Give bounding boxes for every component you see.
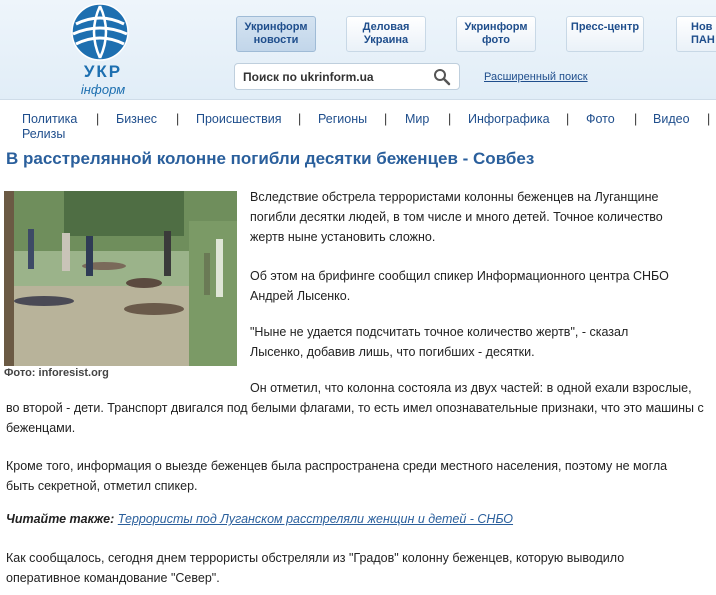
menu-separator: | [384,112,388,126]
menu-separator: | [298,112,302,126]
search-input[interactable] [243,68,423,86]
logo-text-ukr: УКР [83,62,123,81]
article-paragraph: Об этом на брифинге сообщил спикер Инфор… [250,269,669,303]
menu-separator: | [96,112,100,126]
menu-separator: | [448,112,452,126]
menu-separator: | [176,112,180,126]
menu-item-releases[interactable]: Релизы [22,127,65,141]
article-photo[interactable] [4,191,237,366]
article-paragraph: "Ныне не удается подсчитать точное колич… [250,325,629,359]
menu-item-photo[interactable]: Фото [586,112,615,126]
menu-item-incidents[interactable]: Происшествия [196,112,281,126]
tab-press-center[interactable]: Пресс-центр [566,16,644,52]
article-paragraph: Как сообщалось, сегодня днем террористы … [6,551,625,585]
menu-item-video[interactable]: Видео [653,112,690,126]
read-also-label: Читайте также: [6,512,115,526]
menu-separator: | [566,112,570,126]
advanced-search-link[interactable]: Расширенный поиск [484,71,588,83]
tab-news-pan[interactable]: Нов ПАН [676,16,716,52]
menu-item-infographics[interactable]: Инфографика [468,112,550,126]
article-paragraph: Кроме того, информация о выезде беженцев… [6,459,668,493]
article-title: В расстрелянной колонне погибли десятки … [6,149,535,168]
article-paragraph: Он отметил, что колонна состояла из двух… [6,381,704,435]
menu-item-world[interactable]: Мир [405,112,429,126]
search-box [234,63,460,90]
menu-item-politics[interactable]: Политика [22,112,77,126]
tab-business-ukraine[interactable]: Деловая Украина [346,16,426,52]
menu-separator: | [707,112,711,126]
site-header: УКР інформ Укринформ новости Деловая Укр… [0,0,716,100]
search-icon[interactable] [433,68,451,86]
site-logo[interactable]: УКР інформ [68,2,136,98]
menu-separator: | [634,112,638,126]
globe-logo-icon [71,3,129,61]
read-also-link[interactable]: Террористы под Луганском расстреляли жен… [118,512,513,526]
tab-ukrinform-news[interactable]: Укринформ новости [236,16,316,52]
tab-ukrinform-photo[interactable]: Укринформ фото [456,16,536,52]
read-also-block: Читайте также: Террористы под Луганском … [6,512,513,526]
logo-text-inform: інформ [80,82,126,97]
article-photo-image [4,191,237,366]
menu-item-business[interactable]: Бизнес [116,112,157,126]
menu-item-regions[interactable]: Регионы [318,112,367,126]
article-paragraph: Вследствие обстрела террористами колонны… [250,190,663,244]
